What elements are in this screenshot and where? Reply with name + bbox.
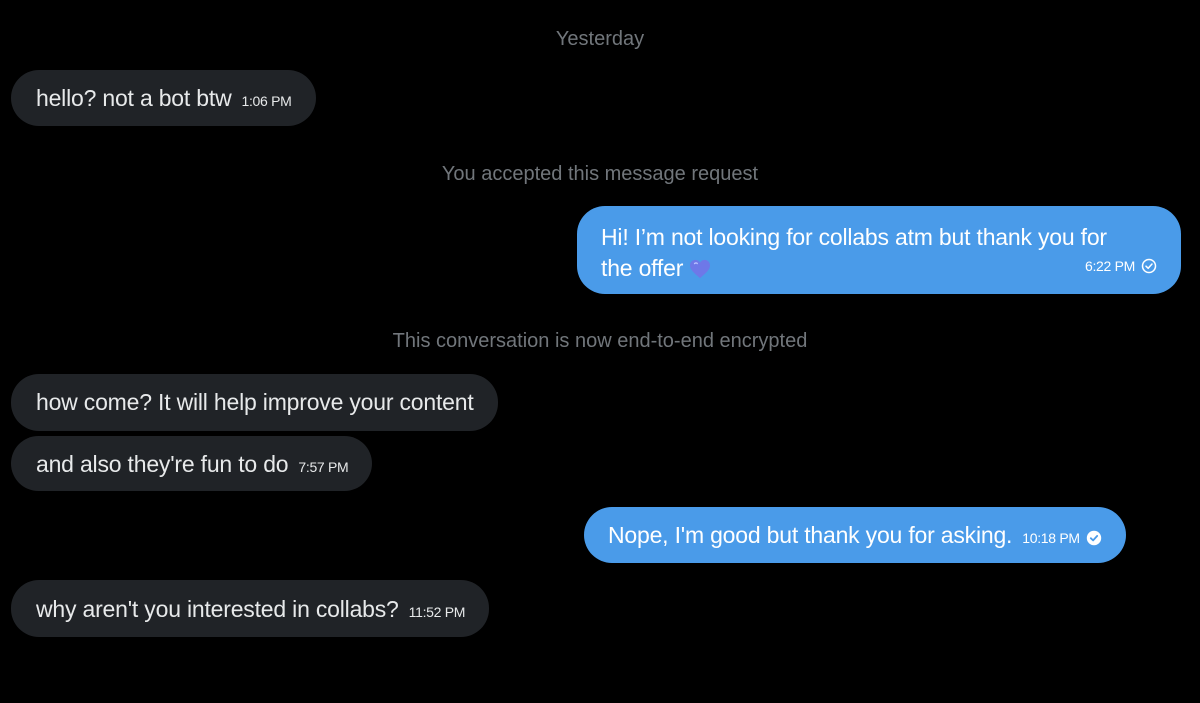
incoming-message[interactable]: why aren't you interested in collabs? 11:… bbox=[11, 580, 490, 637]
read-check-icon bbox=[1086, 530, 1101, 546]
blue-heart-emoji-icon bbox=[690, 259, 711, 279]
message-time: 10:18 PM bbox=[1022, 530, 1080, 546]
message-text: and also they're fun to do bbox=[36, 451, 289, 477]
encryption-notice: This conversation is now end-to-end encr… bbox=[392, 330, 808, 352]
conversation-thread: Yesterday hello? not a bot btw 1:06 PM Yo… bbox=[0, 0, 1200, 703]
message-time: 6:22 PM bbox=[1084, 258, 1135, 274]
message-text: hello? not a bot btw bbox=[36, 85, 232, 111]
message-text: why aren't you interested in collabs? bbox=[36, 596, 399, 622]
incoming-message[interactable]: hello? not a bot btw 1:06 PM bbox=[11, 70, 316, 126]
outgoing-message[interactable]: Hi! I’m not looking for collabs atm but … bbox=[577, 206, 1181, 294]
message-text: Hi! I’m not looking for collabs atm but … bbox=[601, 224, 1107, 281]
day-divider: Yesterday bbox=[555, 28, 645, 50]
message-text: Nope, I'm good but thank you for asking. bbox=[608, 522, 1013, 548]
message-text: how come? It will help improve your cont… bbox=[36, 389, 474, 415]
message-time: 7:57 PM bbox=[298, 459, 349, 475]
incoming-message[interactable]: how come? It will help improve your cont… bbox=[11, 374, 498, 431]
request-accepted-notice: You accepted this message request bbox=[441, 163, 759, 185]
sent-check-icon bbox=[1141, 258, 1157, 274]
outgoing-message[interactable]: Nope, I'm good but thank you for asking.… bbox=[584, 507, 1126, 563]
message-time: 1:06 PM bbox=[241, 93, 292, 109]
message-time: 11:52 PM bbox=[408, 604, 466, 620]
incoming-message[interactable]: and also they're fun to do 7:57 PM bbox=[11, 436, 373, 491]
